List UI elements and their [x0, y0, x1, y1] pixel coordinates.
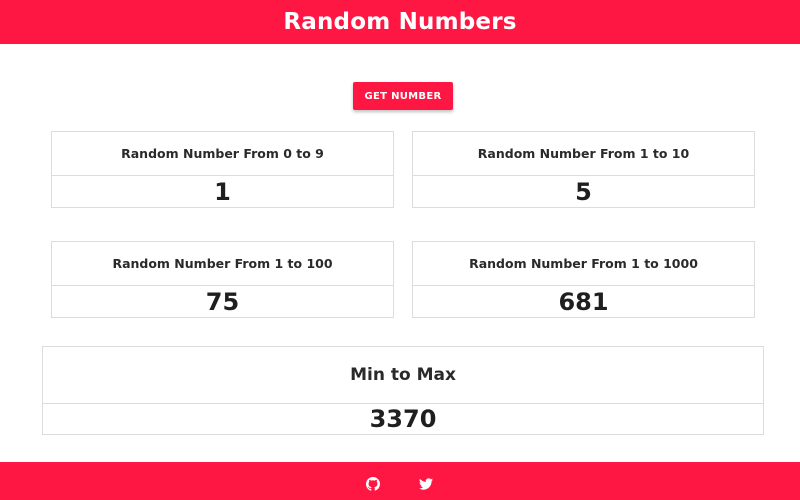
card-value: 1	[214, 177, 231, 206]
card-min-to-max: Min to Max 3370	[42, 346, 764, 435]
twitter-icon[interactable]	[419, 477, 433, 491]
app-header: Random Numbers	[0, 0, 800, 44]
get-number-button[interactable]: GET NUMBER	[353, 82, 453, 110]
github-icon[interactable]	[366, 477, 380, 491]
card-value: 5	[575, 177, 592, 206]
app-footer	[0, 462, 800, 500]
card-1-to-10: Random Number From 1 to 10 5	[412, 131, 755, 208]
card-title: Random Number From 1 to 100	[52, 242, 393, 286]
card-title: Random Number From 1 to 1000	[413, 242, 754, 286]
card-1-to-1000: Random Number From 1 to 1000 681	[412, 241, 755, 318]
card-title: Random Number From 0 to 9	[52, 132, 393, 176]
card-value: 3370	[369, 405, 437, 433]
card-0-to-9: Random Number From 0 to 9 1	[51, 131, 394, 208]
card-1-to-100: Random Number From 1 to 100 75	[51, 241, 394, 318]
page-title: Random Numbers	[283, 9, 517, 35]
card-value: 75	[205, 287, 240, 316]
card-title: Random Number From 1 to 10	[413, 132, 754, 176]
card-value: 681	[558, 287, 609, 316]
card-title: Min to Max	[43, 347, 763, 404]
